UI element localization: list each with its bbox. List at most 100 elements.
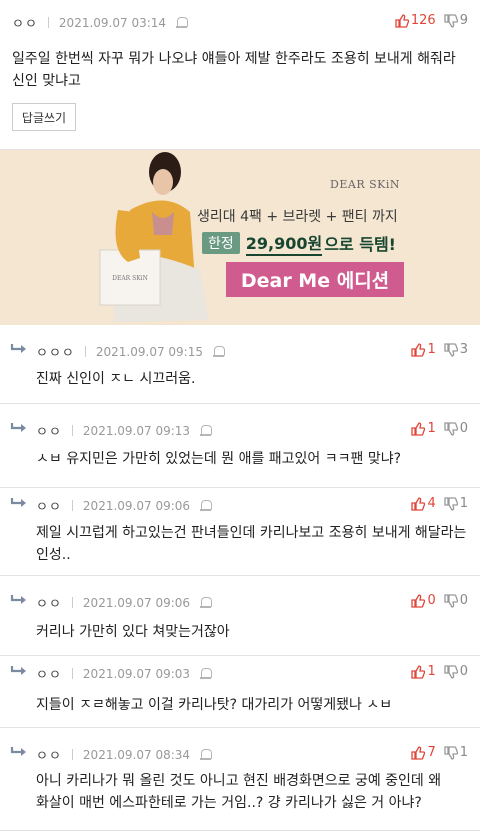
- ad-price: 29,900원: [245, 230, 323, 256]
- reply-meta: ㅇㅇ 2021.09.07 09:06: [36, 496, 213, 515]
- reply-text: 아니 카리나가 뭐 올린 것도 아니고 현진 배경화면으로 궁예 중인데 왜 화…: [36, 773, 442, 811]
- thumbs-down-icon: [444, 745, 458, 760]
- thumbs-down-icon: [444, 496, 458, 511]
- vote-group: 4 1: [411, 496, 468, 511]
- upvote-button[interactable]: 1: [411, 342, 436, 357]
- report-icon[interactable]: [213, 345, 225, 358]
- divider: [71, 668, 73, 679]
- thumbs-up-icon: [411, 421, 426, 436]
- nickname[interactable]: ㅇㅇ: [36, 593, 62, 612]
- report-icon[interactable]: [200, 596, 213, 609]
- timestamp: 2021.09.07 09:13: [82, 423, 191, 438]
- ad-event-button[interactable]: Dear Me 에디션: [226, 262, 404, 297]
- vote-group: 0 0: [411, 593, 468, 608]
- reply-text: 제일 시끄럽게 하고있는건 판녀들인데 카리나보고 조용히 보내게 해달라는 인…: [36, 525, 467, 563]
- thumbs-down-icon: [444, 593, 458, 608]
- downvote-button[interactable]: 0: [444, 421, 468, 436]
- reply-meta: ㅇㅇㅇ 2021.09.07 09:15: [36, 342, 225, 361]
- reply-item: ㅇㅇ 2021.09.07 09:13 1 0 ㅅㅂ 유지민은 가만히 있었는데…: [0, 404, 480, 488]
- downvote-count: 3: [459, 342, 468, 357]
- ad-banner[interactable]: DEAR SKiN DEAR SKiN 생리대 4팩 + 브라렛 + 팬티 까지…: [0, 150, 480, 325]
- ad-headline: 생리대 4팩 + 브라렛 + 팬티 까지: [197, 209, 398, 225]
- nickname[interactable]: ㅇㅇ: [36, 745, 62, 764]
- nickname[interactable]: ㅇㅇ: [12, 13, 38, 32]
- downvote-count: 9: [459, 13, 468, 28]
- downvote-count: 0: [459, 664, 468, 679]
- ad-brand: DEAR SKiN: [330, 178, 400, 191]
- reply-item: ㅇㅇ 2021.09.07 09:06 0 0 커리나 가만히 있다 쳐맞는거잖…: [0, 576, 480, 656]
- timestamp: 2021.09.07 03:14: [58, 15, 167, 30]
- downvote-button[interactable]: 1: [444, 745, 468, 760]
- timestamp: 2021.09.07 09:06: [82, 595, 191, 610]
- upvote-count: 7: [427, 745, 436, 760]
- upvote-button[interactable]: 1: [411, 421, 436, 436]
- reply-meta: ㅇㅇ 2021.09.07 09:06: [36, 593, 213, 612]
- downvote-button[interactable]: 0: [444, 593, 468, 608]
- report-icon[interactable]: [176, 16, 189, 29]
- downvote-count: 1: [459, 496, 468, 511]
- comment-text: 일주일 한번씩 자꾸 뭐가 나오냐 얘들아 제발 한주라도 조용히 보내게 해줘…: [12, 51, 456, 89]
- thumbs-up-icon: [395, 13, 409, 28]
- vote-group: 1 3: [411, 342, 468, 357]
- report-icon[interactable]: [200, 748, 213, 761]
- divider: [84, 346, 86, 357]
- reply-meta: ㅇㅇ 2021.09.07 09:13: [36, 421, 213, 440]
- reply-meta: ㅇㅇ 2021.09.07 08:34: [36, 745, 213, 764]
- reply-item: ㅇㅇ 2021.09.07 08:34 7 1 아니 카리나가 뭐 올린 것도 …: [0, 728, 480, 831]
- upvote-button[interactable]: 4: [411, 496, 436, 511]
- thumbs-up-icon: [411, 342, 426, 357]
- nickname[interactable]: ㅇㅇ: [36, 664, 62, 683]
- divider: [71, 500, 73, 511]
- timestamp: 2021.09.07 08:34: [82, 747, 191, 762]
- divider: [47, 17, 49, 28]
- comment-meta: ㅇㅇ 2021.09.07 03:14: [12, 13, 189, 32]
- nickname[interactable]: ㅇㅇ: [36, 421, 62, 440]
- upvote-button[interactable]: 1: [411, 664, 436, 679]
- divider: [71, 749, 73, 760]
- reply-item: ㅇㅇㅇ 2021.09.07 09:15 1 3 진짜 신인이 ㅈㄴ 시끄러움.: [0, 325, 480, 404]
- upvote-button[interactable]: 7: [411, 745, 436, 760]
- report-icon[interactable]: [200, 424, 213, 437]
- reply-arrow-icon: [10, 595, 26, 604]
- divider: [71, 425, 73, 436]
- vote-group: 1 0: [411, 664, 468, 679]
- report-icon[interactable]: [200, 499, 213, 512]
- upvote-count: 126: [410, 13, 436, 28]
- vote-group: 126 9: [395, 13, 468, 28]
- downvote-count: 0: [459, 421, 468, 436]
- reply-text: 진짜 신인이 ㅈㄴ 시끄러움.: [36, 371, 196, 387]
- ad-limited-badge: 한정: [202, 232, 240, 254]
- reply-text: ㅅㅂ 유지민은 가만히 있었는데 뭔 애를 패고있어 ㅋㅋ팬 맞냐?: [36, 451, 402, 467]
- box-label: DEAR SKiN: [112, 275, 148, 282]
- reply-meta: ㅇㅇ 2021.09.07 09:03: [36, 664, 213, 683]
- upvote-count: 1: [427, 421, 436, 436]
- ad-deal-text: 으로 득템!: [324, 235, 396, 254]
- upvote-button[interactable]: 126: [395, 13, 436, 28]
- reply-button[interactable]: 답글쓰기: [12, 103, 76, 131]
- downvote-count: 0: [459, 593, 468, 608]
- downvote-button[interactable]: 3: [444, 342, 468, 357]
- upvote-button[interactable]: 0: [411, 593, 436, 608]
- thumbs-up-icon: [411, 593, 426, 608]
- main-comment: ㅇㅇ 2021.09.07 03:14 126 9 일주일 한번씩 자꾸 뭐가 …: [0, 0, 480, 150]
- thumbs-down-icon: [444, 342, 458, 357]
- nickname[interactable]: ㅇㅇ: [36, 496, 62, 515]
- thumbs-up-icon: [411, 745, 426, 760]
- reply-arrow-icon: [10, 747, 26, 756]
- vote-group: 1 0: [411, 421, 468, 436]
- upvote-count: 1: [427, 664, 436, 679]
- timestamp: 2021.09.07 09:06: [82, 498, 191, 513]
- reply-arrow-icon: [10, 498, 26, 507]
- upvote-count: 4: [427, 496, 436, 511]
- vote-group: 7 1: [411, 745, 468, 760]
- report-icon[interactable]: [200, 667, 213, 680]
- downvote-button[interactable]: 1: [444, 496, 468, 511]
- upvote-count: 1: [427, 342, 436, 357]
- nickname[interactable]: ㅇㅇㅇ: [36, 342, 75, 361]
- reply-arrow-icon: [10, 423, 26, 432]
- downvote-button[interactable]: 9: [444, 13, 468, 28]
- downvote-button[interactable]: 0: [444, 664, 468, 679]
- thumbs-down-icon: [444, 664, 458, 679]
- thumbs-down-icon: [444, 13, 458, 28]
- thumbs-up-icon: [411, 496, 426, 511]
